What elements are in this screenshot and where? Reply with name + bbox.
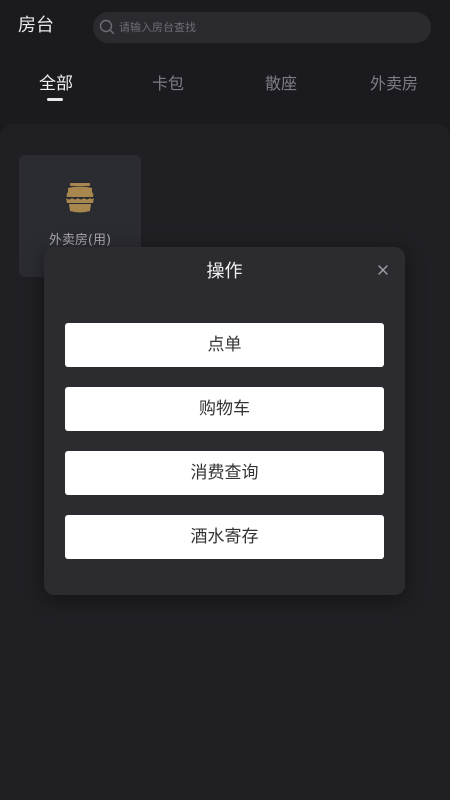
drink-storage-button[interactable]: 酒水寄存: [65, 515, 384, 559]
tab-takeout-room[interactable]: 外卖房: [338, 72, 450, 96]
header: 房台 请输入房台查找: [0, 0, 450, 52]
search-icon: [99, 19, 115, 35]
tab-all[interactable]: 全部: [0, 72, 112, 96]
screen: 房台 请输入房台查找 全部 卡包 散座 外卖房 外卖房(用) 操作 点单 购物车…: [0, 0, 450, 800]
consumption-query-button[interactable]: 消费查询: [65, 451, 384, 495]
active-tab-indicator: [47, 98, 63, 101]
operation-dialog: 操作 点单 购物车 消费查询 酒水寄存: [44, 247, 405, 595]
close-icon[interactable]: [375, 262, 391, 278]
page-title: 房台: [18, 15, 54, 36]
tab-open-seating[interactable]: 散座: [225, 72, 337, 96]
food-jar-icon: [66, 183, 94, 213]
tab-card-package[interactable]: 卡包: [112, 72, 224, 96]
search-input[interactable]: 请输入房台查找: [93, 12, 431, 43]
tab-bar: 全部 卡包 散座 外卖房: [0, 60, 450, 108]
order-button[interactable]: 点单: [65, 323, 384, 367]
search-placeholder: 请输入房台查找: [119, 21, 196, 34]
shopping-cart-button[interactable]: 购物车: [65, 387, 384, 431]
dialog-title: 操作: [206, 261, 243, 282]
